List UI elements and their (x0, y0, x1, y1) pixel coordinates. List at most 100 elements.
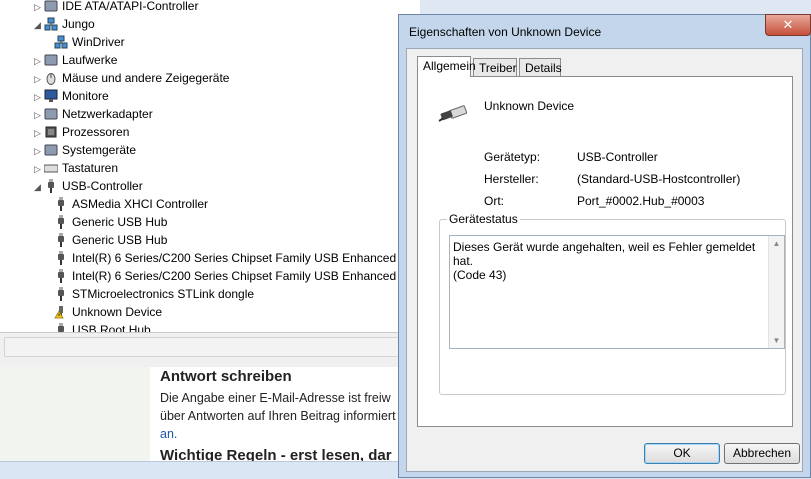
web-link[interactable]: an. (160, 427, 177, 441)
tree-item[interactable]: Intel(R) 6 Series/C200 Series Chipset Fa… (54, 249, 408, 267)
collapsed-arrow-icon[interactable]: ▷ (34, 70, 44, 88)
cancel-button[interactable]: Abbrechen (724, 443, 800, 464)
usb-plug-icon (54, 323, 68, 332)
tree-item[interactable]: ▷ IDE ATA/ATAPI-Controller (34, 0, 198, 15)
collapsed-arrow-icon[interactable]: ▷ (34, 0, 44, 16)
tree-item[interactable]: ASMedia XHCI Controller (54, 195, 208, 213)
tree-item[interactable]: ▷ Laufwerke (34, 51, 117, 69)
location-value: Port_#0002.Hub_#0003 (577, 194, 705, 208)
tree-item-label: USB Root Hub (72, 323, 151, 332)
device-manager-statusbar (0, 332, 420, 367)
device-name: Unknown Device (484, 99, 575, 113)
expanded-arrow-icon[interactable]: ◢ (34, 16, 44, 34)
tree-item-label: Intel(R) 6 Series/C200 Series Chipset Fa… (72, 251, 409, 265)
tree-item[interactable]: ▷ Systemgeräte (34, 141, 136, 159)
usb-plug-icon (54, 197, 68, 211)
warning-icon (54, 305, 68, 319)
usb-plug-icon (54, 287, 68, 301)
tree-item[interactable]: ▷ Mäuse und andere Zeigegeräte (34, 69, 229, 87)
tree-item[interactable]: Intel(R) 6 Series/C200 Series Chipset Fa… (54, 267, 408, 285)
processor-icon (44, 125, 58, 139)
close-button[interactable]: ✕ (765, 14, 811, 36)
keyboard-icon (43, 161, 59, 175)
usb-plug-icon (54, 233, 68, 247)
web-text-line: über Antworten auf Ihren Beitrag informi… (160, 409, 396, 423)
tree-item[interactable]: ▷ Monitore (34, 87, 109, 105)
system-device-icon (44, 143, 58, 157)
properties-dialog: Eigenschaften von Unknown Device ✕ Allge… (398, 14, 811, 478)
tree-item[interactable]: Unknown Device (54, 303, 162, 321)
device-status-title: Gerätestatus (447, 212, 520, 226)
tree-item-label: Jungo (62, 17, 95, 31)
device-status-group: Gerätestatus Dieses Gerät wurde angehalt… (439, 212, 786, 395)
tree-item-label: Monitore (62, 89, 109, 103)
tree-item-label: Tastaturen (62, 161, 119, 175)
manufacturer-value: (Standard-USB-Hostcontroller) (577, 172, 741, 186)
network-adapter-icon (44, 107, 58, 121)
tree-item-label: ASMedia XHCI Controller (72, 197, 209, 211)
tree-item-label: STMicroelectronics STLink dongle (72, 287, 255, 301)
monitor-icon (44, 89, 58, 103)
network-node-icon (44, 17, 58, 31)
statusbar-panel (4, 337, 408, 357)
scroll-up-icon[interactable]: ▲ (769, 236, 784, 251)
tree-item-label: Mäuse und andere Zeigegeräte (62, 71, 230, 85)
device-tree[interactable]: ▷ IDE ATA/ATAPI-Controller ◢ Jungo WinDriver… (0, 0, 420, 332)
tree-item[interactable]: ▷ Netzwerkadapter (34, 105, 153, 123)
status-scrollbar[interactable]: ▲ ▼ (768, 236, 784, 348)
tree-item[interactable]: ▷ Prozessoren (34, 123, 129, 141)
usb-plug-icon (54, 269, 68, 283)
collapsed-arrow-icon[interactable]: ▷ (34, 88, 44, 106)
location-label: Ort: (484, 194, 504, 208)
collapsed-arrow-icon[interactable]: ▷ (34, 142, 44, 160)
dialog-body: Allgemein Treiber Details Unknown Device… (406, 48, 803, 472)
tab-treiber[interactable]: Treiber (473, 58, 517, 76)
tree-item-label: Netzwerkadapter (62, 107, 153, 121)
tree-item-label: IDE ATA/ATAPI-Controller (62, 0, 199, 13)
ide-controller-icon (44, 0, 58, 13)
device-type-value: USB-Controller (577, 150, 658, 164)
device-manager-window: ▷ IDE ATA/ATAPI-Controller ◢ Jungo WinDriver… (0, 0, 420, 367)
usb-plug-icon (54, 215, 68, 229)
tree-item[interactable]: USB Root Hub (54, 321, 151, 332)
network-node-icon (54, 35, 68, 49)
collapsed-arrow-icon[interactable]: ▷ (34, 160, 44, 178)
collapsed-arrow-icon[interactable]: ▷ (34, 106, 44, 124)
web-left-strip (0, 365, 150, 465)
tree-item[interactable]: STMicroelectronics STLink dongle (54, 285, 254, 303)
device-status-textbox[interactable]: Dieses Gerät wurde angehalten, weil es F… (449, 235, 785, 349)
scroll-down-icon[interactable]: ▼ (769, 333, 784, 348)
tab-details[interactable]: Details (519, 58, 562, 76)
usb-cable-icon (438, 105, 468, 122)
manufacturer-label: Hersteller: (484, 172, 539, 186)
tree-item-label: Laufwerke (62, 53, 118, 67)
device-type-label: Gerätetyp: (484, 150, 541, 164)
tree-item-label: WinDriver (72, 35, 125, 49)
usb-plug-icon (54, 251, 68, 265)
tree-item[interactable]: Generic USB Hub (54, 231, 167, 249)
tree-item-label: Prozessoren (62, 125, 130, 139)
tree-item-label: Systemgeräte (62, 143, 137, 157)
tree-item-label: Generic USB Hub (72, 215, 168, 229)
tab-allgemein[interactable]: Allgemein (417, 56, 476, 77)
dialog-title: Eigenschaften von Unknown Device (409, 25, 602, 39)
device-status-text: Dieses Gerät wurde angehalten, weil es F… (453, 240, 756, 282)
tab-panel-allgemein: Unknown Device Gerätetyp: USB-Controller… (417, 76, 793, 427)
tree-item[interactable]: WinDriver (54, 33, 125, 51)
collapsed-arrow-icon[interactable]: ▷ (34, 124, 44, 142)
expanded-arrow-icon[interactable]: ◢ (34, 178, 44, 196)
tree-item[interactable]: ▷ Tastaturen (34, 159, 118, 177)
ok-button[interactable]: OK (644, 443, 720, 464)
tree-item-label: Generic USB Hub (72, 233, 168, 247)
collapsed-arrow-icon[interactable]: ▷ (34, 52, 44, 70)
tree-item[interactable]: ◢ Jungo (34, 15, 95, 33)
tree-item[interactable]: Generic USB Hub (54, 213, 167, 231)
usb-plug-icon (44, 179, 58, 193)
disk-drive-icon (44, 53, 58, 67)
tree-item[interactable]: ◢ USB-Controller (34, 177, 143, 195)
tree-item-label: Unknown Device (72, 305, 163, 319)
tree-item-label: Intel(R) 6 Series/C200 Series Chipset Fa… (72, 269, 409, 283)
tree-item-label: USB-Controller (62, 179, 143, 193)
mouse-icon (44, 71, 58, 85)
web-text-line: Die Angabe einer E-Mail-Adresse ist frei… (160, 391, 391, 405)
